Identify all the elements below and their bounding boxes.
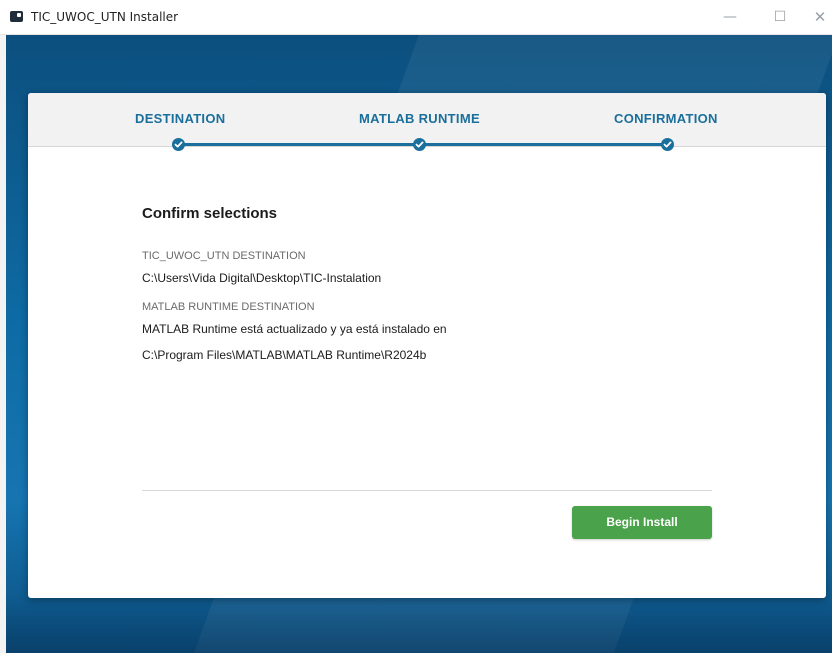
step-confirmation-checkmark-icon <box>661 138 674 151</box>
runtime-destination-label: MATLAB RUNTIME DESTINATION <box>142 301 315 313</box>
runtime-destination-path: C:\Program Files\MATLAB\MATLAB Runtime\R… <box>142 348 427 362</box>
close-button[interactable]: ✕ <box>803 5 832 29</box>
progress-steps: DESTINATION MATLAB RUNTIME CONFIRMATION <box>28 93 826 151</box>
app-destination-label: TIC_UWOC_UTN DESTINATION <box>142 250 306 262</box>
minimize-button[interactable]: — <box>713 5 747 29</box>
begin-install-button[interactable]: Begin Install <box>572 506 712 539</box>
confirm-heading: Confirm selections <box>142 205 278 222</box>
footer-divider <box>142 490 712 491</box>
step-matlab-runtime-label: MATLAB RUNTIME <box>359 111 480 126</box>
installer-card: DESTINATION MATLAB RUNTIME CONFIRMATION … <box>28 93 826 598</box>
step-destination-label: DESTINATION <box>135 111 226 126</box>
app-destination-path: C:\Users\Vida Digital\Desktop\TIC-Instal… <box>142 271 382 285</box>
title-bar: TIC_UWOC_UTN Installer — ☐ ✕ <box>0 0 832 35</box>
runtime-status-text: MATLAB Runtime está actualizado y ya est… <box>142 322 447 336</box>
installer-app-icon <box>10 11 23 22</box>
maximize-button[interactable]: ☐ <box>763 5 797 29</box>
step-confirmation-label: CONFIRMATION <box>614 111 718 126</box>
window-title: TIC_UWOC_UTN Installer <box>31 10 179 24</box>
step-matlab-runtime-checkmark-icon <box>413 138 426 151</box>
step-destination-checkmark-icon <box>172 138 185 151</box>
